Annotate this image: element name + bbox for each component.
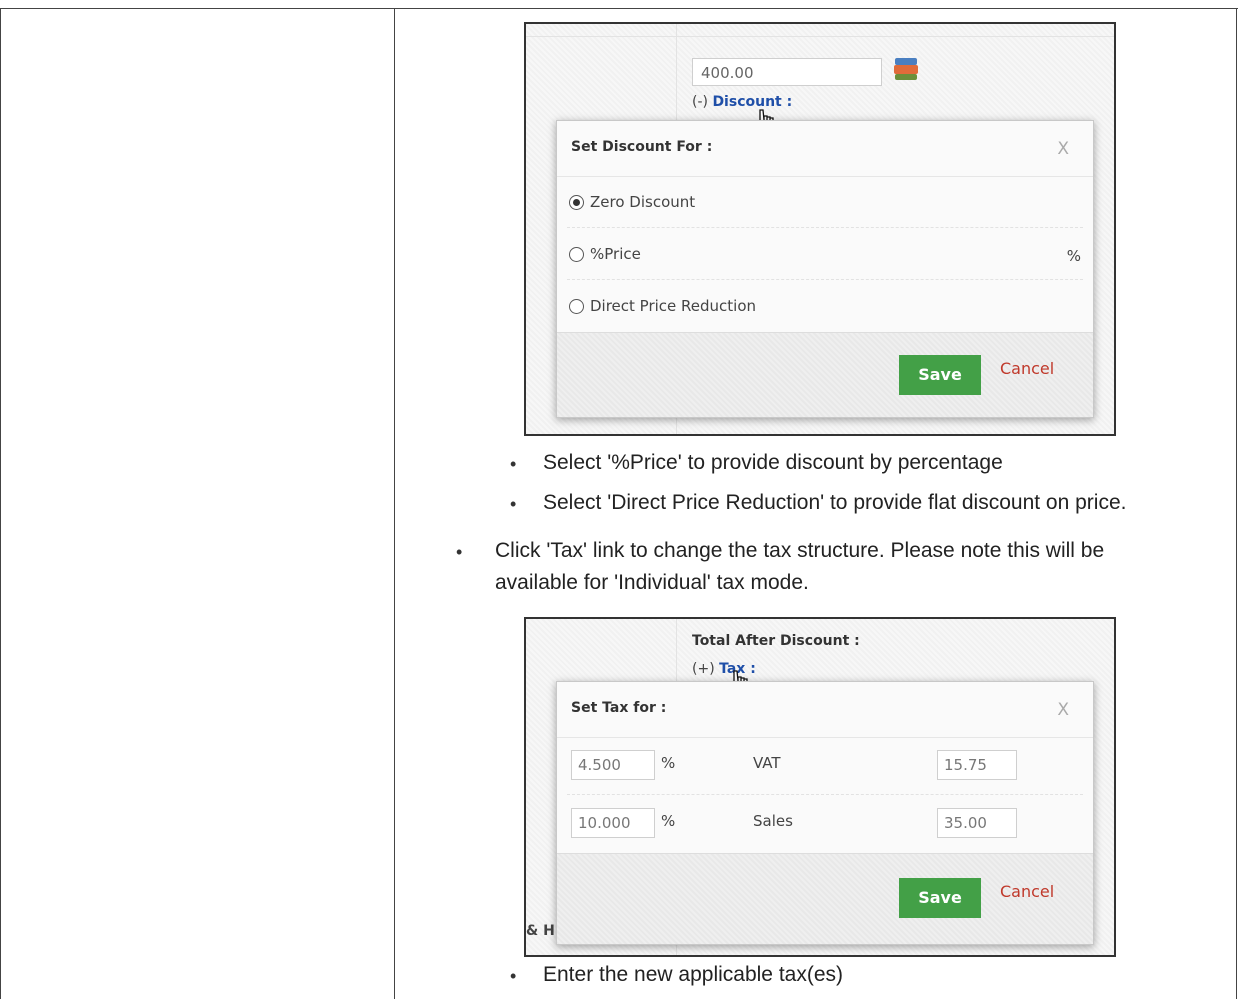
radio-zero-discount[interactable]: Zero Discount [569,193,695,211]
divider [567,279,1083,280]
bullet-icon: • [510,454,517,474]
percent-label: % [661,754,676,772]
right-border [1236,9,1237,999]
close-icon[interactable]: X [1057,139,1069,159]
discount-screenshot: 400.00 (-) Discount : Set Discount For :… [524,22,1116,436]
total-after-discount-label: Total After Discount : [692,633,860,649]
tax-screenshot: Total After Discount : (+) Tax : & H Set… [524,617,1116,957]
tax-name: VAT [753,754,781,772]
divider [557,176,1093,177]
partial-label: & H [526,923,555,939]
sales-amount-field: 35.00 [937,808,1017,838]
price-input[interactable]: 400.00 [692,58,882,86]
vat-rate-input[interactable]: 4.500 [571,750,655,780]
bullet-tax-line1: Click 'Tax' link to change the tax struc… [495,539,1105,562]
popup-title: Set Discount For : [571,139,713,155]
discount-link-line: (-) Discount : [692,94,792,110]
left-column [0,9,395,999]
calculator-icon[interactable] [892,56,920,82]
option-label: Zero Discount [590,193,696,211]
option-label: Direct Price Reduction [590,297,757,315]
save-button[interactable]: Save [899,878,981,918]
close-icon[interactable]: X [1057,700,1069,720]
set-tax-popup: Set Tax for : X 4.500 % VAT 15.75 10.000… [556,681,1094,945]
option-label: %Price [590,245,641,263]
radio-icon[interactable] [569,194,584,210]
divider [567,794,1083,795]
cancel-button[interactable]: Cancel [1000,882,1054,901]
divider [567,227,1083,228]
bullet-icon: • [510,494,517,514]
bullet-percent-price: Select '%Price' to provide discount by p… [543,451,1003,474]
cancel-button[interactable]: Cancel [1000,359,1054,378]
bullet-enter-tax: Enter the new applicable tax(es) [543,963,843,986]
popup-footer: Save Cancel [557,332,1093,417]
bullet-direct-price: Select 'Direct Price Reduction' to provi… [543,491,1127,514]
vat-amount-field: 15.75 [937,750,1017,780]
grid-line [526,36,1114,37]
bullet-icon: • [510,966,517,986]
bullet-tax-line2: available for 'Individual' tax mode. [495,571,809,594]
percent-suffix: % [1066,247,1081,265]
save-button[interactable]: Save [899,355,981,395]
set-discount-popup: Set Discount For : X Zero Discount %Pric… [556,120,1094,418]
sales-rate-input[interactable]: 10.000 [571,808,655,838]
percent-label: % [661,812,676,830]
popup-title: Set Tax for : [571,700,667,716]
bullet-icon: • [456,542,463,562]
tax-name: Sales [753,812,793,830]
divider [557,737,1093,738]
popup-footer: Save Cancel [557,853,1093,944]
radio-percent-price[interactable]: %Price [569,245,641,263]
radio-icon[interactable] [569,298,584,314]
discount-prefix: (-) [692,94,708,110]
tax-prefix: (+) [692,661,715,677]
radio-direct-price-reduction[interactable]: Direct Price Reduction [569,297,756,315]
radio-icon[interactable] [569,246,584,262]
